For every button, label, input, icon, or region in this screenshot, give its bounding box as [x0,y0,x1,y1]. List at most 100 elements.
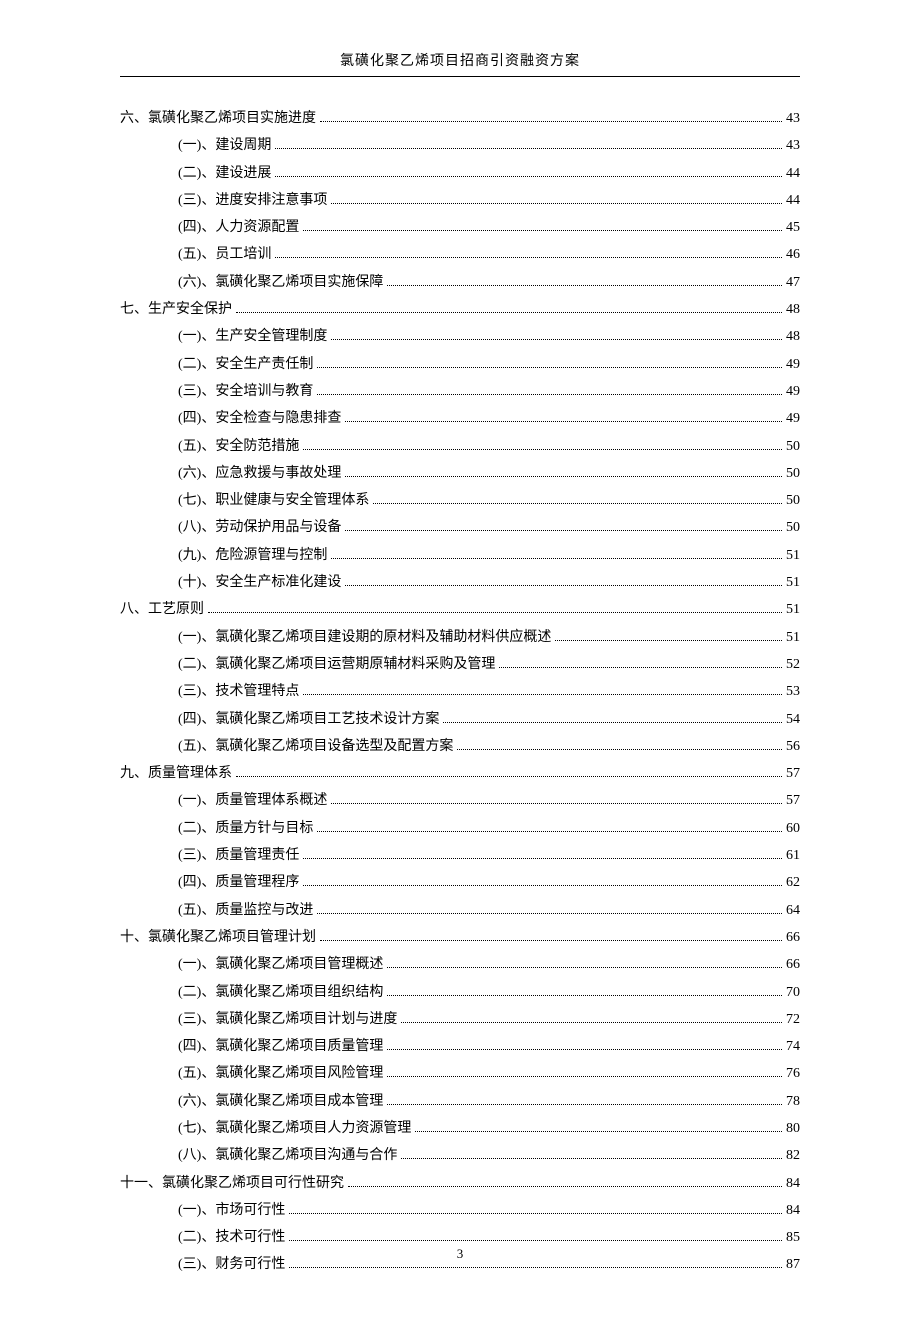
toc-label: (三)、氯磺化聚乙烯项目计划与进度 [178,1006,397,1033]
toc-dots [320,112,782,122]
toc-row: (五)、氯磺化聚乙烯项目风险管理76 [120,1060,800,1087]
toc-row: (五)、安全防范措施50 [120,433,800,460]
header-divider [120,76,800,77]
toc-page: 49 [786,351,800,378]
toc-dots [208,604,782,614]
toc-dots [331,549,782,559]
toc-label: 十、氯磺化聚乙烯项目管理计划 [120,924,316,951]
toc-label: (二)、建设进展 [178,160,271,187]
toc-page: 74 [786,1033,800,1060]
toc-page: 50 [786,460,800,487]
toc-label: (一)、氯磺化聚乙烯项目建设期的原材料及辅助材料供应概述 [178,624,551,651]
toc-page: 51 [786,542,800,569]
toc-label: (十)、安全生产标准化建设 [178,569,341,596]
toc-label: (六)、氯磺化聚乙烯项目成本管理 [178,1088,383,1115]
toc-row: (二)、氯磺化聚乙烯项目组织结构 70 [120,979,800,1006]
toc-dots [373,494,782,504]
toc-dots [275,140,782,150]
toc-page: 50 [786,514,800,541]
toc-dots [331,194,782,204]
toc-row: (二)、安全生产责任制 49 [120,351,800,378]
toc-page: 47 [786,269,800,296]
toc-page: 49 [786,405,800,432]
toc-row: (一)、生产安全管理制度48 [120,323,800,350]
toc-page: 45 [786,214,800,241]
toc-row: (十)、安全生产标准化建设 51 [120,569,800,596]
toc-row: (七)、职业健康与安全管理体系50 [120,487,800,514]
toc-page: 57 [786,787,800,814]
toc-row: (六)、氯磺化聚乙烯项目成本管理 78 [120,1088,800,1115]
toc-row: (三)、技术管理特点53 [120,678,800,705]
toc-page: 76 [786,1060,800,1087]
toc-row: (六)、氯磺化聚乙烯项目实施保障 47 [120,269,800,296]
toc-label: (六)、氯磺化聚乙烯项目实施保障 [178,269,383,296]
toc-row: 八、工艺原则 51 [120,596,800,623]
toc-label: 八、工艺原则 [120,596,204,623]
toc-page: 84 [786,1197,800,1224]
toc-page: 43 [786,105,800,132]
toc-page: 70 [786,979,800,1006]
toc-dots [317,904,782,914]
toc-label: (二)、安全生产责任制 [178,351,313,378]
toc-dots [387,1068,782,1078]
toc-dots [387,1095,782,1105]
toc-page: 78 [786,1088,800,1115]
toc-label: (五)、员工培训 [178,241,271,268]
toc-page: 52 [786,651,800,678]
toc-row: (一)、市场可行性84 [120,1197,800,1224]
toc-page: 66 [786,951,800,978]
toc-page: 61 [786,842,800,869]
toc-dots [331,795,782,805]
toc-dots [275,249,782,259]
toc-dots [320,931,782,941]
toc-dots [275,167,782,177]
toc-dots [236,303,782,313]
page-container: 氯磺化聚乙烯项目招商引资融资方案 六、氯磺化聚乙烯项目实施进度43(一)、建设周… [0,0,920,1319]
toc-label: (一)、生产安全管理制度 [178,323,327,350]
toc-label: (四)、质量管理程序 [178,869,299,896]
toc-label: (三)、进度安排注意事项 [178,187,327,214]
toc-label: (三)、安全培训与教育 [178,378,313,405]
toc-dots [345,412,782,422]
toc-label: (九)、危险源管理与控制 [178,542,327,569]
toc-label: (二)、氯磺化聚乙烯项目组织结构 [178,979,383,1006]
toc-label: (一)、建设周期 [178,132,271,159]
toc-label: (八)、劳动保护用品与设备 [178,514,341,541]
toc-row: (八)、氯磺化聚乙烯项目沟通与合作82 [120,1142,800,1169]
toc-label: (五)、质量监控与改进 [178,897,313,924]
toc-dots [303,849,782,859]
toc-row: (三)、氯磺化聚乙烯项目计划与进度72 [120,1006,800,1033]
toc-label: (五)、安全防范措施 [178,433,299,460]
toc-dots [457,740,782,750]
toc-label: (四)、氯磺化聚乙烯项目质量管理 [178,1033,383,1060]
toc-page: 51 [786,569,800,596]
toc-row: (一)、质量管理体系概述57 [120,787,800,814]
toc-dots [303,877,782,887]
toc-page: 66 [786,924,800,951]
toc-label: (五)、氯磺化聚乙烯项目设备选型及配置方案 [178,733,453,760]
toc-dots [387,276,782,286]
toc-dots [387,986,782,996]
toc-label: (七)、职业健康与安全管理体系 [178,487,369,514]
toc-label: 十一、氯磺化聚乙烯项目可行性研究 [120,1170,344,1197]
toc-dots [499,658,782,668]
toc-page: 82 [786,1142,800,1169]
toc-page: 56 [786,733,800,760]
toc-row: (四)、质量管理程序62 [120,869,800,896]
toc-dots [303,685,782,695]
toc-dots [317,358,782,368]
toc-dots [303,440,782,450]
toc-row: (八)、劳动保护用品与设备 50 [120,514,800,541]
toc-dots [387,958,782,968]
toc-label: (二)、氯磺化聚乙烯项目运营期原辅材料采购及管理 [178,651,495,678]
toc-page: 51 [786,596,800,623]
toc-row: (一)、建设周期43 [120,132,800,159]
toc-row: (三)、安全培训与教育49 [120,378,800,405]
toc-row: (三)、质量管理责任61 [120,842,800,869]
toc-row: (三)、进度安排注意事项 44 [120,187,800,214]
toc-page: 44 [786,187,800,214]
toc-page: 80 [786,1115,800,1142]
toc-dots [415,1122,782,1132]
toc-row: (五)、质量监控与改进64 [120,897,800,924]
table-of-contents: 六、氯磺化聚乙烯项目实施进度43(一)、建设周期43(二)、建设进展44(三)、… [120,105,800,1279]
